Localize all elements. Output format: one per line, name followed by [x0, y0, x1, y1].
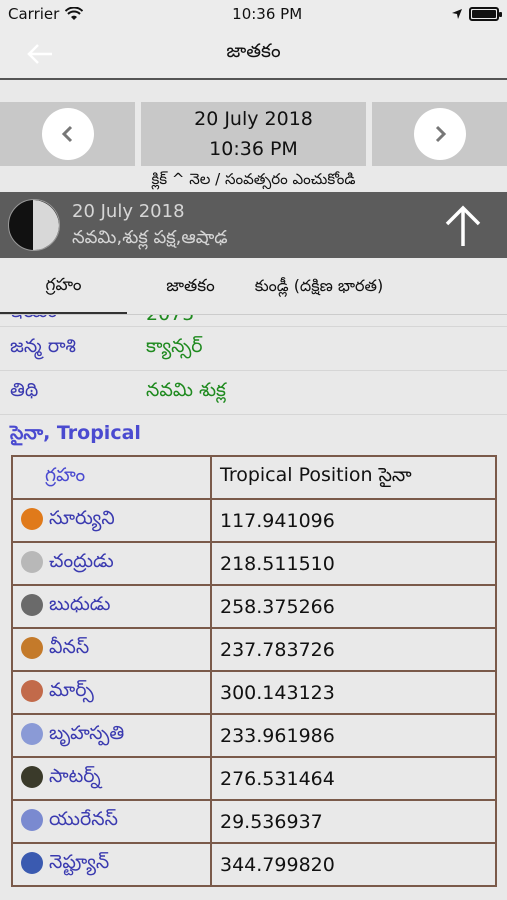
position-value: 258.375266 — [210, 584, 497, 629]
table-row: నెప్ట్యూన్ 344.799820 — [11, 842, 497, 887]
info-row: జన్మ రాశి క్యాన్సర్ — [0, 327, 507, 371]
up-arrow-icon[interactable] — [437, 200, 489, 252]
selected-date: 20 July 2018 — [194, 108, 313, 130]
back-button[interactable] — [22, 36, 58, 72]
back-arrow-icon — [27, 44, 52, 64]
uranus-icon — [21, 808, 43, 831]
info-row: తిథి నవమి శుక్ల — [0, 371, 507, 415]
planet-cell: నెప్ట్యూన్ — [11, 842, 212, 887]
section-title: సైనా, Tropical — [10, 421, 141, 444]
table-row: మార్స్ 300.143123 — [11, 670, 497, 715]
chevron-right-icon — [435, 125, 446, 143]
wifi-icon — [65, 7, 84, 20]
planet-cell: బుధుడు — [11, 584, 212, 629]
scroll-content[interactable]: ఇయం 2075 జన్మ రాశి క్యాన్సర్ తిథి నవమి శ… — [0, 314, 507, 900]
mercury-icon — [21, 593, 43, 616]
moon-date: 20 July 2018 — [72, 201, 185, 222]
planet-name: నెప్ట్యూన్ — [49, 851, 110, 873]
position-value: 117.941096 — [210, 498, 497, 543]
planet-name: బుధుడు — [49, 593, 111, 615]
position-value: 344.799820 — [210, 842, 497, 887]
tab-kundli-south[interactable]: కుండ్లీ (దక్షిణ భారత) — [254, 258, 384, 314]
moon-phase-icon — [8, 199, 60, 251]
navigation-bar: జాతకం — [0, 28, 507, 80]
table-header: Tropical Position సైనా — [210, 455, 497, 500]
tab-bar: గ్రహం జాతకం కుండ్లీ (దక్షిణ భారత) — [0, 258, 507, 314]
table-row: సూర్యుని 117.941096 — [11, 498, 497, 543]
date-selector: 20 July 2018 10:36 PM — [0, 102, 507, 166]
tab-planets[interactable]: గ్రహం — [0, 258, 127, 314]
table-row: వీనస్ 237.783726 — [11, 627, 497, 672]
battery-icon — [468, 7, 502, 21]
position-value: 237.783726 — [210, 627, 497, 672]
planet-cell: యురేనస్ — [11, 799, 212, 844]
planet-name: మార్స్ — [49, 679, 94, 701]
saturn-icon — [21, 765, 43, 788]
info-key: ఇయం — [0, 315, 146, 327]
planet-name: సూర్యుని — [49, 507, 115, 529]
info-row: ఇయం 2075 — [0, 315, 507, 327]
info-key: తిథి — [10, 379, 39, 401]
table-header: గ్రహం — [11, 455, 212, 500]
table-row: చంద్రుడు 218.511510 — [11, 541, 497, 586]
mars-icon — [21, 679, 43, 702]
planet-cell: సాటర్న్ — [11, 756, 212, 801]
planet-cell: సూర్యుని — [11, 498, 212, 543]
location-arrow-icon — [451, 9, 462, 19]
jupiter-icon — [21, 722, 43, 745]
planet-name: వీనస్ — [49, 636, 90, 658]
date-hint: క్లిక్ ^ నెల / సంవత్సరం ఎంచుకోండి — [151, 170, 356, 188]
selected-time: 10:36 PM — [209, 138, 298, 160]
previous-date-button[interactable] — [0, 102, 135, 166]
planet-cell: వీనస్ — [11, 627, 212, 672]
date-display-button[interactable]: 20 July 2018 10:36 PM — [141, 102, 366, 166]
moon-tithi: నవమి,శుక్ల పక్ష,ఆషాఢ — [72, 227, 228, 248]
table-header-row: గ్రహం Tropical Position సైనా — [11, 455, 497, 500]
next-date-button[interactable] — [372, 102, 507, 166]
position-value: 218.511510 — [210, 541, 497, 586]
position-value: 300.143123 — [210, 670, 497, 715]
position-value: 276.531464 — [210, 756, 497, 801]
planet-name: చంద్రుడు — [49, 550, 114, 572]
table-row: యురేనస్ 29.536937 — [11, 799, 497, 844]
table-row: సాటర్న్ 276.531464 — [11, 756, 497, 801]
info-key: జన్మ రాశి — [10, 335, 76, 357]
info-value: నవమి శుక్ల — [146, 379, 226, 401]
planet-table: గ్రహం Tropical Position సైనా సూర్యుని 117… — [11, 455, 497, 887]
sun-icon — [21, 507, 43, 530]
planet-name: సాటర్న్ — [49, 765, 101, 787]
status-time: 10:36 PM — [232, 5, 303, 23]
planet-cell: చంద్రుడు — [11, 541, 212, 586]
moon-icon — [21, 550, 43, 573]
table-row: బృహస్పతి 233.961986 — [11, 713, 497, 758]
page-title: జాతకం — [226, 39, 281, 62]
neptune-icon — [21, 851, 43, 874]
venus-icon — [21, 636, 43, 659]
status-bar: Carrier 10:36 PM — [0, 0, 507, 28]
tab-horoscope[interactable]: జాతకం — [127, 258, 254, 314]
planet-cell: మార్స్ — [11, 670, 212, 715]
planet-name: బృహస్పతి — [49, 722, 125, 744]
moon-phase-bar: 20 July 2018 నవమి,శుక్ల పక్ష,ఆషాఢ — [0, 192, 507, 258]
table-row: బుధుడు 258.375266 — [11, 584, 497, 629]
position-value: 233.961986 — [210, 713, 497, 758]
planet-cell: బృహస్పతి — [11, 713, 212, 758]
info-value: 2075 — [146, 315, 194, 325]
planet-name: యురేనస్ — [49, 808, 118, 830]
carrier-label: Carrier — [8, 5, 60, 23]
chevron-left-icon — [61, 125, 72, 143]
info-value: క్యాన్సర్ — [146, 335, 203, 357]
position-value: 29.536937 — [210, 799, 497, 844]
